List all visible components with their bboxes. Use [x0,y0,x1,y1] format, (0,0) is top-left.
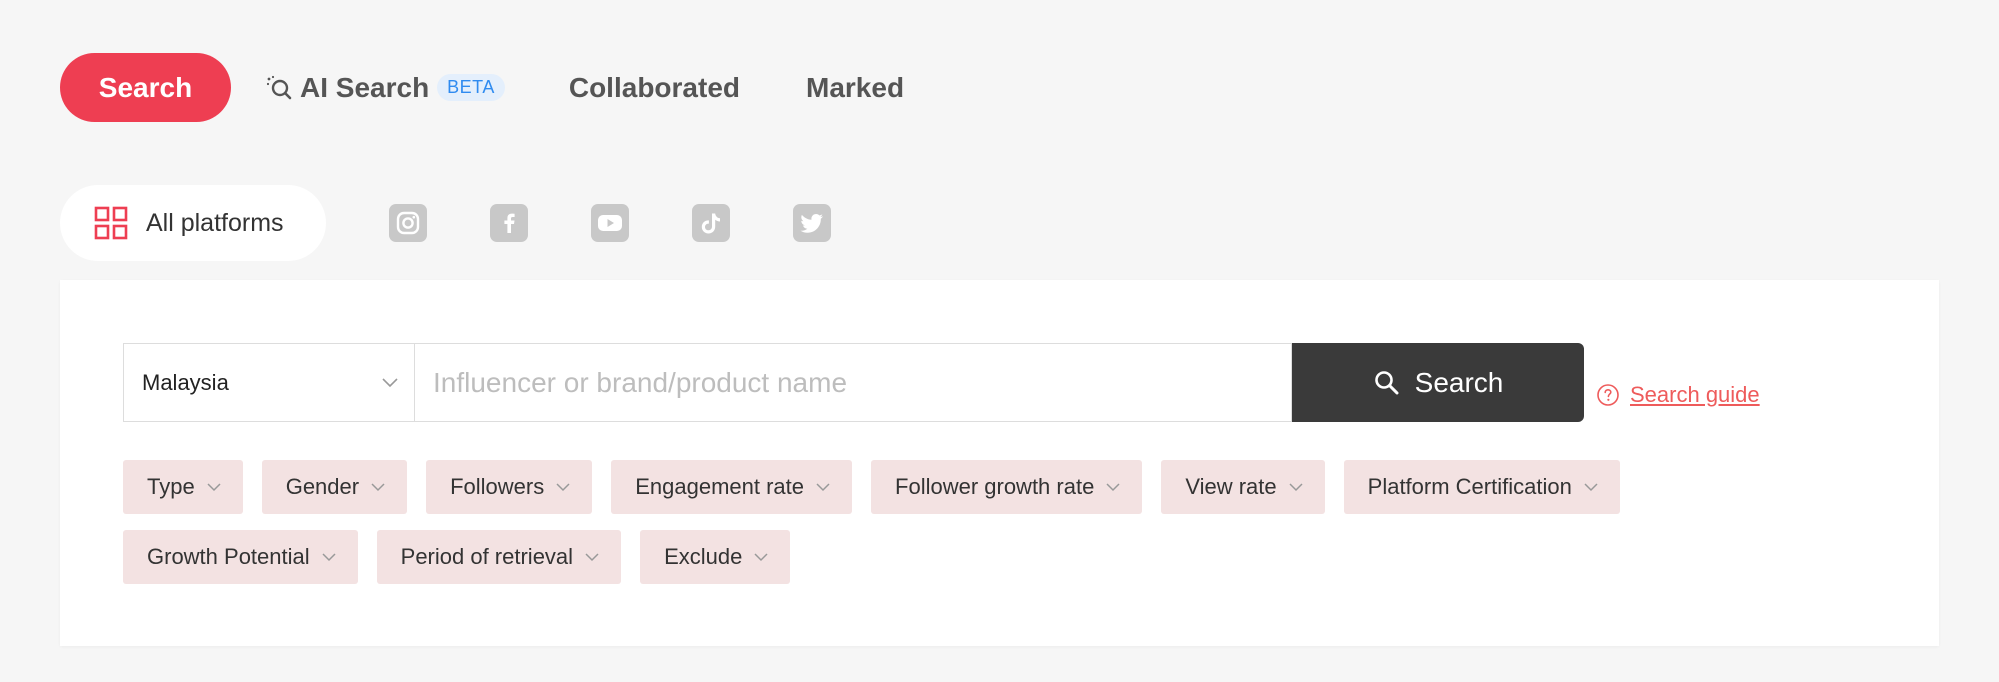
search-row: Malaysia Search Search guide [123,343,1760,422]
filter-chip-label: View rate [1185,474,1277,499]
filter-chips: Type Gender Followers Engagement rate Follow… [123,460,1883,600]
youtube-icon[interactable] [591,204,629,242]
filter-chip[interactable]: View rate [1161,460,1325,514]
tab-search[interactable]: Search [60,53,231,122]
instagram-icon[interactable] [389,204,427,242]
tab-ai-search-label: AI Search [300,71,430,103]
filter-chip-label: Period of retrieval [400,544,574,569]
filter-chip[interactable]: Growth Potential [123,530,358,584]
filter-chip-label: Followers [450,474,545,499]
filter-chip[interactable]: Engagement rate [611,460,853,514]
chevron-down-icon [322,552,336,561]
chevron-down-icon [816,482,830,491]
chevron-down-icon [207,482,221,491]
search-button-label: Search [1414,366,1504,398]
chevron-down-icon [556,482,570,491]
country-value: Malaysia [142,369,229,395]
filter-chip[interactable]: Period of retrieval [376,530,622,584]
tab-collaborated[interactable]: Collaborated [569,72,740,104]
chevron-down-icon [382,377,398,387]
ai-search-icon [266,75,292,99]
filter-chip[interactable]: Followers [426,460,593,514]
beta-badge: BETA [437,74,505,101]
platform-selector: All platforms [60,185,831,261]
filter-chip-label: Engagement rate [635,474,805,499]
filter-chip[interactable]: Platform Certification [1343,460,1620,514]
chevron-down-icon [1106,482,1120,491]
filter-chip[interactable]: Type [123,460,243,514]
country-select[interactable]: Malaysia [123,343,414,422]
search-button[interactable]: Search [1292,343,1584,422]
twitter-icon[interactable] [793,204,831,242]
help-icon [1597,383,1619,406]
search-guide-link[interactable]: Search guide [1596,382,1760,408]
filter-row-1: Type Gender Followers Engagement rate Follow… [123,460,1883,514]
platform-all-label: All platforms [146,208,284,237]
facebook-icon[interactable] [490,204,528,242]
filter-chip-label: Type [147,474,195,499]
filter-row-2: Growth Potential Period of retrieval Exclu… [123,530,1883,584]
filter-chip-label: Gender [285,474,360,499]
grid-icon [94,206,128,240]
filter-chip[interactable]: Exclude [640,530,791,584]
filter-chip-label: Platform Certification [1367,474,1572,499]
search-icon [1374,370,1399,394]
chevron-down-icon [754,552,768,561]
chevron-down-icon [371,482,385,491]
chevron-down-icon [1584,482,1598,491]
search-guide-label: Search guide [1630,381,1760,407]
filter-chip[interactable]: Follower growth rate [871,460,1143,514]
tab-ai-search[interactable]: AI Search BETA [264,72,505,104]
chevron-down-icon [1289,482,1303,491]
platform-all[interactable]: All platforms [60,185,326,261]
filter-chip-label: Growth Potential [147,544,310,569]
top-tabs: Search AI Search BETA Collaborated Marke… [60,53,904,122]
tab-marked[interactable]: Marked [806,72,904,104]
filter-chip[interactable]: Gender [261,460,408,514]
chevron-down-icon [585,552,599,561]
search-input[interactable] [433,366,1291,399]
search-panel: Malaysia Search Search guide Type Gender [60,280,1939,646]
search-field [414,343,1292,422]
filter-chip-label: Follower growth rate [895,474,1095,499]
filter-chip-label: Exclude [664,544,743,569]
tiktok-icon[interactable] [692,204,730,242]
